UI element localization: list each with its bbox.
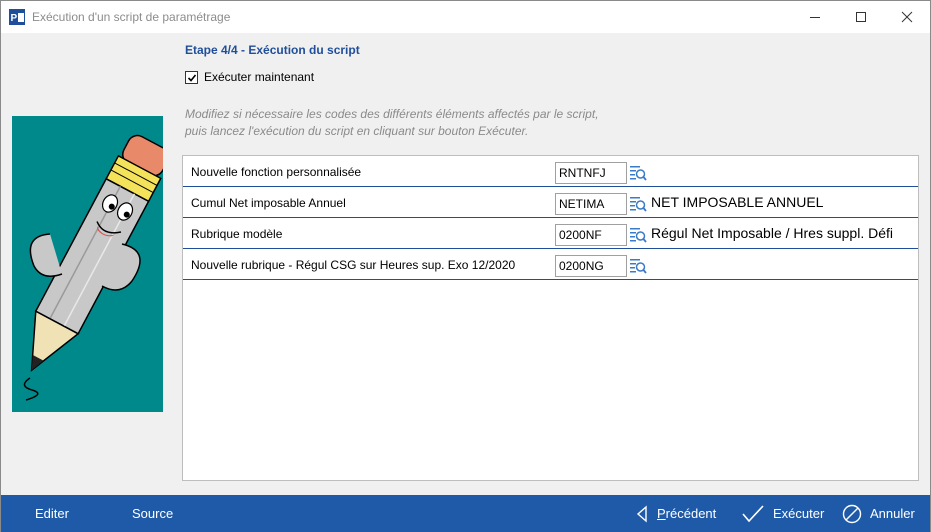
edit-label: Editer [35, 506, 69, 521]
row-label: Cumul Net imposable Annuel [191, 196, 346, 210]
code-input[interactable]: 0200NG [555, 255, 627, 277]
elements-grid: Nouvelle fonction personnalisée RNTNFJ C… [182, 155, 919, 481]
help-text: Modifiez si nécessaire les codes des dif… [185, 106, 599, 140]
table-row: Rubrique modèle 0200NF Régul Net Imposab… [183, 218, 918, 249]
table-row: Nouvelle fonction personnalisée RNTNFJ [183, 156, 918, 187]
action-bar: Editer Source Précédent Exécuter Annuler [1, 495, 930, 532]
dialog-window: P Exécution d'un script de paramétrage E… [0, 0, 931, 532]
table-row: Cumul Net imposable Annuel NETIMA NET IM… [183, 187, 918, 218]
lookup-icon[interactable] [629, 164, 647, 182]
cancel-label: Annuler [870, 506, 915, 521]
row-label: Nouvelle fonction personnalisée [191, 165, 362, 179]
checkmark-icon [187, 73, 197, 82]
edit-button[interactable]: Editer [35, 495, 69, 532]
step-title: Etape 4/4 - Exécution du script [185, 43, 360, 57]
execute-label: Exécuter [773, 506, 825, 521]
lookup-icon[interactable] [629, 257, 647, 275]
execute-now-checkbox[interactable] [185, 70, 198, 84]
pencil-illustration [12, 116, 163, 412]
row-description: NET IMPOSABLE ANNUEL [651, 194, 824, 210]
row-label: Nouvelle rubrique - Régul CSG sur Heures… [191, 258, 516, 272]
lookup-icon[interactable] [629, 195, 647, 213]
execute-now-option[interactable]: Exécuter maintenant [185, 69, 314, 85]
cancel-icon [842, 504, 862, 523]
checkmark-icon [742, 504, 764, 522]
code-input[interactable]: NETIMA [555, 193, 627, 215]
maximize-button[interactable] [838, 1, 884, 33]
cancel-button[interactable]: Annuler [842, 495, 915, 532]
table-row: Nouvelle rubrique - Régul CSG sur Heures… [183, 249, 918, 280]
help-line-1: Modifiez si nécessaire les codes des dif… [185, 107, 599, 121]
source-button[interactable]: Source [132, 495, 173, 532]
row-description: Régul Net Imposable / Hres suppl. Défi [651, 225, 893, 241]
row-label: Rubrique modèle [191, 227, 283, 241]
close-icon [901, 11, 913, 23]
minimize-button[interactable] [792, 1, 838, 33]
app-icon: P [9, 9, 25, 25]
source-label: Source [132, 506, 174, 521]
svg-text:P: P [11, 13, 18, 24]
arrow-left-icon [636, 504, 647, 523]
execute-button[interactable]: Exécuter [741, 495, 824, 532]
execute-now-label[interactable]: Exécuter maintenant [204, 70, 314, 84]
close-button[interactable] [884, 1, 930, 33]
previous-label: Précédent [657, 506, 717, 521]
lookup-icon[interactable] [629, 226, 647, 244]
title-bar: P Exécution d'un script de paramétrage [1, 1, 930, 33]
minimize-icon [810, 17, 820, 18]
code-input[interactable]: 0200NF [555, 224, 627, 246]
window-title: Exécution d'un script de paramétrage [32, 10, 231, 24]
pencil-mascot-icon [23, 134, 163, 401]
previous-button[interactable]: Précédent [635, 495, 716, 532]
maximize-icon [856, 12, 866, 22]
code-input[interactable]: RNTNFJ [555, 162, 627, 184]
help-line-2: puis lancez l'exécution du script en cli… [185, 124, 529, 138]
